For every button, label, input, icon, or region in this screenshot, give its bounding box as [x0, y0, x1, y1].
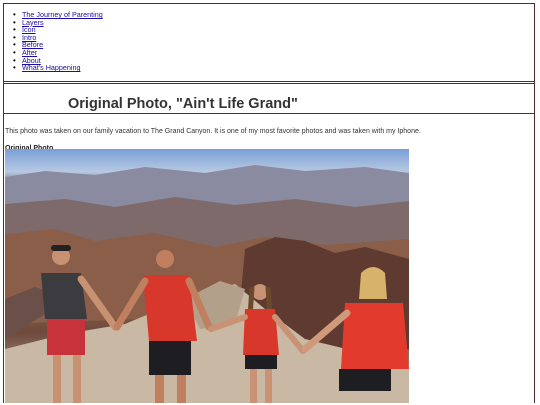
nav-list: The Journey of Parenting Layers Icon Int… — [12, 11, 103, 72]
boy-shorts — [47, 319, 85, 355]
girl-shorts — [245, 355, 277, 369]
page-title: Original Photo, "Ain't Life Grand" — [68, 96, 298, 112]
girl-leg-right — [265, 369, 272, 403]
man-shorts — [149, 341, 191, 375]
nav-item-whats-happening: What's Happening — [12, 64, 103, 72]
woman-shirt — [341, 303, 409, 369]
site-nav: The Journey of Parenting Layers Icon Int… — [4, 4, 534, 82]
intro-text: This photo was taken on our family vacat… — [5, 128, 421, 135]
page-frame: The Journey of Parenting Layers Icon Int… — [3, 3, 535, 403]
nav-link-whats-happening[interactable]: What's Happening — [22, 63, 81, 72]
boy-leg-right — [73, 355, 81, 403]
man-leg-left — [155, 375, 164, 403]
man-head — [156, 250, 174, 268]
girl-head — [252, 284, 268, 300]
woman-shorts — [339, 369, 391, 391]
family-photo — [5, 149, 409, 403]
man-leg-right — [177, 375, 186, 403]
photo-illustration — [5, 165, 409, 403]
girl-leg-left — [250, 369, 257, 403]
title-bar: Original Photo, "Ain't Life Grand" — [4, 83, 534, 114]
boy-leg-left — [53, 355, 61, 403]
boy-cap — [51, 245, 71, 251]
woman-hair — [359, 267, 387, 299]
